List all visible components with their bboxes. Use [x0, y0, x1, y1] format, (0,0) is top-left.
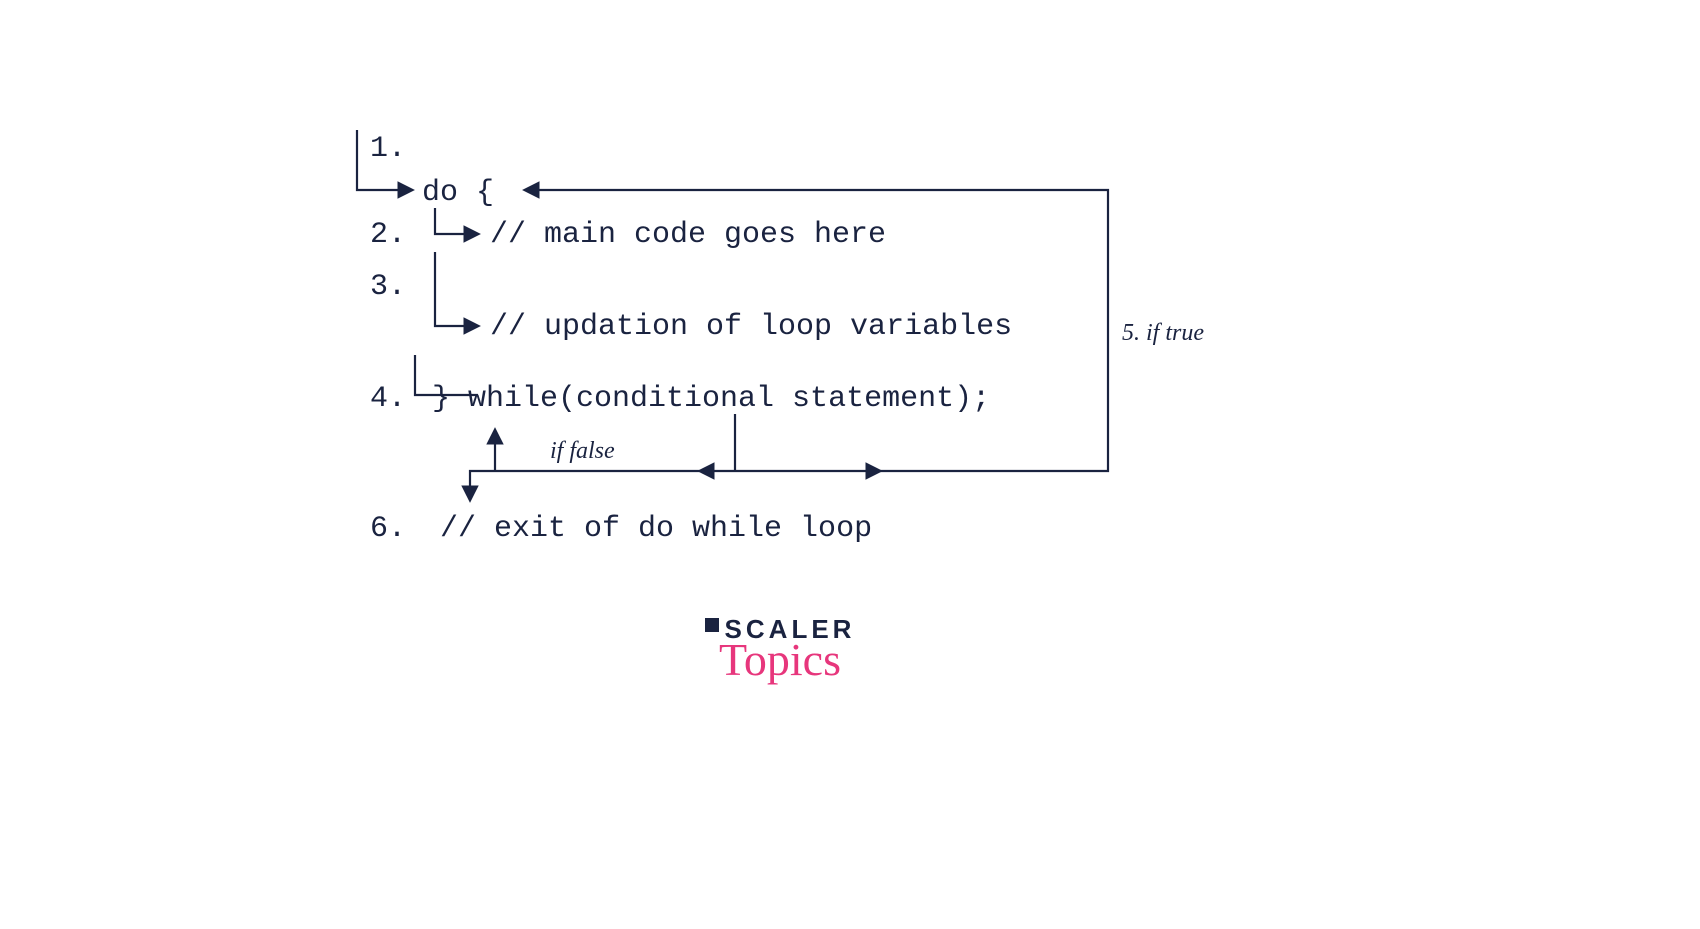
arrow-do-to-main	[435, 208, 478, 234]
code-exit: // exit of do while loop	[440, 512, 872, 546]
flow-arrows	[0, 0, 1700, 929]
arrow-main-to-update	[435, 252, 478, 326]
arrow-if-false-to-exit	[470, 471, 700, 500]
step-number-3: 3.	[370, 270, 406, 304]
annotation-if-true: 5. if true	[1122, 320, 1204, 347]
logo-square-icon	[705, 618, 719, 632]
code-update: // updation of loop variables	[490, 310, 1012, 344]
step-number-6: 6.	[370, 512, 406, 546]
annotation-if-false: if false	[550, 438, 615, 465]
step-number-1: 1.	[370, 132, 406, 166]
code-main: // main code goes here	[490, 218, 886, 252]
diagram-stage: 1. 2. 3. 4. 6. do { // main code goes he…	[0, 0, 1700, 929]
brand-logo: SCALER Topics	[680, 614, 880, 683]
step-number-2: 2.	[370, 218, 406, 252]
step-number-4: 4.	[370, 382, 406, 416]
code-while: } while(conditional statement);	[432, 382, 990, 416]
code-do: do {	[422, 176, 494, 210]
